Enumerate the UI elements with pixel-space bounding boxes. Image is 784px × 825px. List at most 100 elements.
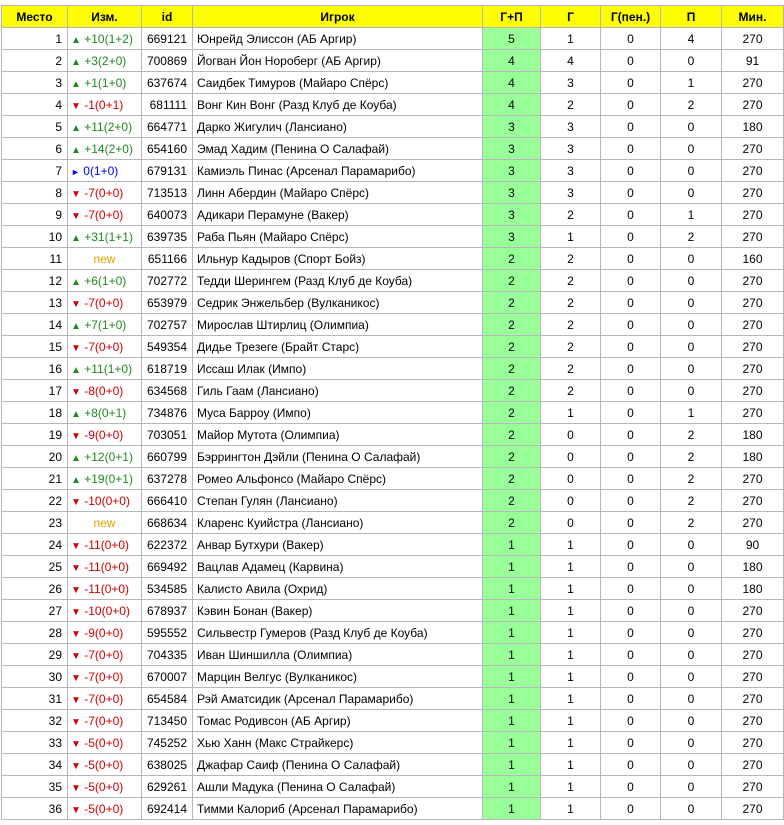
- penalty-goals-cell: 0: [600, 225, 661, 248]
- goals-cell: 1: [540, 731, 601, 754]
- table-row[interactable]: 7 ► 0(1+0) 679131 Камиэль Пинас (Арсенал Па…: [1, 159, 784, 182]
- table-row[interactable]: 11 new 651166 Ильнур Кадыров (Спорт Бойз) 2 2…: [1, 247, 784, 270]
- header-change[interactable]: Изм.: [67, 5, 142, 28]
- player-cell: Саидбек Тимуров (Майаро Спёрс): [192, 71, 483, 94]
- arrow-down-icon: ▼: [71, 430, 81, 442]
- penalty-goals-cell: 0: [600, 533, 661, 556]
- minutes-cell: 180: [721, 115, 784, 138]
- assists-cell: 0: [660, 291, 722, 314]
- goals-cell: 3: [540, 137, 601, 160]
- place-cell: 4: [1, 93, 68, 116]
- goals-assists-cell: 1: [482, 797, 541, 820]
- goals-assists-cell: 2: [482, 379, 541, 402]
- header-minutes[interactable]: Мин.: [721, 5, 784, 28]
- table-row[interactable]: 31 ▼ -7(0+0) 654584 Рэй Аматсидик (Арсенал …: [1, 687, 784, 710]
- goals-assists-cell: 5: [482, 27, 541, 50]
- goals-assists-cell: 2: [482, 401, 541, 424]
- penalty-goals-cell: 0: [600, 665, 661, 688]
- change-cell: ▼ -11(0+0): [67, 533, 142, 556]
- table-row[interactable]: 6 ▲ +14(2+0) 654160 Эмад Хадим (Пенина О Са…: [1, 137, 784, 160]
- table-row[interactable]: 1 ▲ +10(1+2) 669121 Юнрейд Элиссон (АБ Арги…: [1, 27, 784, 50]
- header-place[interactable]: Место: [1, 5, 68, 28]
- arrow-down-icon: ▼: [71, 760, 81, 772]
- table-row[interactable]: 12 ▲ +6(1+0) 702772 Тедди Шерингем (Разд Кл…: [1, 269, 784, 292]
- header-player[interactable]: Игрок: [192, 5, 483, 28]
- table-row[interactable]: 20 ▲ +12(0+1) 660799 Бэррингтон Дэйли (Пени…: [1, 445, 784, 468]
- table-row[interactable]: 15 ▼ -7(0+0) 549354 Дидье Трезеге (Брайт Ст…: [1, 335, 784, 358]
- change-value: -5(0+0): [84, 757, 124, 772]
- id-cell: 702772: [141, 269, 193, 292]
- table-row[interactable]: 19 ▼ -9(0+0) 703051 Майор Мутота (Олимпиа) 2…: [1, 423, 784, 446]
- table-row[interactable]: 2 ▲ +3(2+0) 700869 Йогван Йон Нороберг (АБ …: [1, 49, 784, 72]
- table-row[interactable]: 9 ▼ -7(0+0) 640073 Адикари Перамуне (Вакер)…: [1, 203, 784, 226]
- header-goals[interactable]: Г: [540, 5, 601, 28]
- table-row[interactable]: 8 ▼ -7(0+0) 713513 Линн Абердин (Майаро Спё…: [1, 181, 784, 204]
- table-row[interactable]: 25 ▼ -11(0+0) 669492 Вацлав Адамец (Карвина…: [1, 555, 784, 578]
- table-row[interactable]: 24 ▼ -11(0+0) 622372 Анвар Бутхури (Вакер) 1…: [1, 533, 784, 556]
- player-cell: Муса Барроу (Импо): [192, 401, 483, 424]
- arrow-up-icon: ▲: [71, 474, 81, 486]
- table-row[interactable]: 32 ▼ -7(0+0) 713450 Томас Родивсон (АБ Арги…: [1, 709, 784, 732]
- goals-assists-cell: 1: [482, 753, 541, 776]
- penalty-goals-cell: 0: [600, 269, 661, 292]
- header-assists[interactable]: П: [660, 5, 722, 28]
- goals-cell: 2: [540, 335, 601, 358]
- goals-cell: 2: [540, 93, 601, 116]
- minutes-cell: 180: [721, 445, 784, 468]
- header-goals-assists[interactable]: Г+П: [482, 5, 541, 28]
- minutes-cell: 270: [721, 291, 784, 314]
- table-row[interactable]: 23 new 668634 Кларенс Куийстра (Лансиано) 2 0…: [1, 511, 784, 534]
- change-value: -1(0+1): [84, 97, 124, 112]
- table-row[interactable]: 22 ▼ -10(0+0) 666410 Степан Гулян (Лансиано…: [1, 489, 784, 512]
- change-cell: ▼ -1(0+1): [67, 93, 142, 116]
- table-row[interactable]: 10 ▲ +31(1+1) 639735 Раба Пьян (Майаро Спёр…: [1, 225, 784, 248]
- table-row[interactable]: 5 ▲ +11(2+0) 664771 Дарко Жигулич (Лансиано…: [1, 115, 784, 138]
- assists-cell: 0: [660, 335, 722, 358]
- table-row[interactable]: 16 ▲ +11(1+0) 618719 Иссаш Илак (Импо) 2 2 0 0 2…: [1, 357, 784, 380]
- table-row[interactable]: 17 ▼ -8(0+0) 634568 Гиль Гаам (Лансиано) 2 2 0…: [1, 379, 784, 402]
- minutes-cell: 270: [721, 181, 784, 204]
- id-cell: 702757: [141, 313, 193, 336]
- table-row[interactable]: 26 ▼ -11(0+0) 534585 Калисто Авила (Охрид) 1…: [1, 577, 784, 600]
- change-value: -7(0+0): [84, 669, 124, 684]
- goals-assists-cell: 3: [482, 203, 541, 226]
- goals-cell: 0: [540, 445, 601, 468]
- table-row[interactable]: 13 ▼ -7(0+0) 653979 Седрик Энжельбер (Вулка…: [1, 291, 784, 314]
- change-value: -5(0+0): [84, 735, 124, 750]
- table-row[interactable]: 30 ▼ -7(0+0) 670007 Марцин Велгус (Вулканик…: [1, 665, 784, 688]
- change-value: -7(0+0): [84, 691, 124, 706]
- penalty-goals-cell: 0: [600, 27, 661, 50]
- table-row[interactable]: 3 ▲ +1(1+0) 637674 Саидбек Тимуров (Майаро …: [1, 71, 784, 94]
- player-cell: Джафар Саиф (Пенина О Салафай): [192, 753, 483, 776]
- goals-cell: 2: [540, 203, 601, 226]
- assists-cell: 0: [660, 577, 722, 600]
- change-value: -10(0+0): [84, 493, 130, 508]
- change-cell: ▼ -7(0+0): [67, 665, 142, 688]
- table-row[interactable]: 28 ▼ -9(0+0) 595552 Сильвестр Гумеров (Разд…: [1, 621, 784, 644]
- header-id[interactable]: id: [141, 5, 193, 28]
- assists-cell: 0: [660, 599, 722, 622]
- penalty-goals-cell: 0: [600, 115, 661, 138]
- table-row[interactable]: 14 ▲ +7(1+0) 702757 Мирослав Штирлиц (Олимп…: [1, 313, 784, 336]
- header-penalty-goals[interactable]: Г(пен.): [600, 5, 661, 28]
- goals-cell: 3: [540, 115, 601, 138]
- table-row[interactable]: 4 ▼ -1(0+1) 681111 Вонг Кин Вонг (Разд Клуб…: [1, 93, 784, 116]
- table-row[interactable]: 34 ▼ -5(0+0) 638025 Джафар Саиф (Пенина О С…: [1, 753, 784, 776]
- minutes-cell: 270: [721, 313, 784, 336]
- assists-cell: 2: [660, 467, 722, 490]
- change-value: +1(1+0): [84, 75, 127, 90]
- table-row[interactable]: 35 ▼ -5(0+0) 629261 Ашли Мадука (Пенина О С…: [1, 775, 784, 798]
- id-cell: 660799: [141, 445, 193, 468]
- id-cell: 618719: [141, 357, 193, 380]
- change-value: 0(1+0): [83, 163, 119, 178]
- player-cell: Иссаш Илак (Импо): [192, 357, 483, 380]
- place-cell: 24: [1, 533, 68, 556]
- table-row[interactable]: 18 ▲ +8(0+1) 734876 Муса Барроу (Импо) 2 1 0 1 2…: [1, 401, 784, 424]
- table-row[interactable]: 33 ▼ -5(0+0) 745252 Хью Ханн (Макс Страйкер…: [1, 731, 784, 754]
- table-row[interactable]: 21 ▲ +19(0+1) 637278 Ромео Альфонсо (Майаро…: [1, 467, 784, 490]
- table-row[interactable]: 29 ▼ -7(0+0) 704335 Иван Шиншилла (Олимпиа)…: [1, 643, 784, 666]
- goals-cell: 3: [540, 181, 601, 204]
- assists-cell: 2: [660, 511, 722, 534]
- table-row[interactable]: 27 ▼ -10(0+0) 678937 Кэвин Бонан (Вакер) 1 1 0…: [1, 599, 784, 622]
- table-row[interactable]: 36 ▼ -5(0+0) 692414 Тимми Калориб (Арсенал …: [1, 797, 784, 820]
